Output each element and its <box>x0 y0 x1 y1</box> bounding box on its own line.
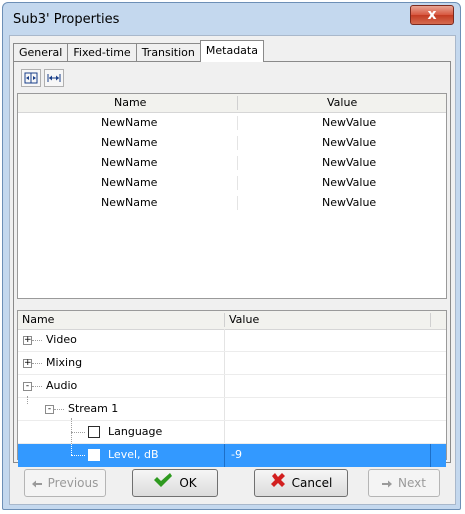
cell-name: NewName <box>101 176 158 189</box>
tree-row-language[interactable]: Language <box>18 418 446 444</box>
tab-general[interactable]: General <box>13 43 69 62</box>
level-db-value[interactable]: -9 <box>231 448 242 461</box>
tab-fixed-time[interactable]: Fixed-time <box>67 43 137 62</box>
tree-label: Level, dB <box>108 448 159 461</box>
tree-label: Video <box>46 333 77 346</box>
expand-columns-icon <box>24 72 38 84</box>
dialog-body: General Fixed-time Transition Metadata N… <box>9 35 456 505</box>
arrow-right-icon <box>382 471 393 497</box>
table-row[interactable]: NewName NewValue <box>18 193 446 213</box>
arrow-left-icon <box>31 471 42 497</box>
previous-button[interactable]: Previous <box>24 469 106 497</box>
tree-label: Audio <box>46 379 78 392</box>
properties-tree-header: Name Value <box>18 311 446 330</box>
title-bar[interactable]: Sub3' Properties x <box>3 3 460 35</box>
metadata-grid-header: Name Value <box>18 94 446 113</box>
check-icon <box>153 471 173 497</box>
table-row[interactable]: NewName NewValue <box>18 113 446 133</box>
metadata-tab-page: Name Value NewName NewValue NewName NewV… <box>13 61 451 467</box>
cell-value: NewValue <box>322 176 377 189</box>
metadata-toolbar <box>17 66 447 92</box>
column-header-value[interactable]: Value <box>327 96 357 109</box>
close-button[interactable]: x <box>410 5 454 25</box>
cell-name: NewName <box>101 156 158 169</box>
cell-name: NewName <box>101 136 158 149</box>
ok-button[interactable]: OK <box>132 469 218 497</box>
cell-value: NewValue <box>322 196 377 209</box>
tree-row-stream-1[interactable]: - Stream 1 <box>18 396 446 421</box>
column-header-value[interactable]: Value <box>229 313 259 326</box>
next-button[interactable]: Next <box>368 469 440 497</box>
table-row[interactable]: NewName NewValue <box>18 173 446 193</box>
x-icon <box>270 471 286 497</box>
cell-value: NewValue <box>322 136 377 149</box>
level-db-checkbox[interactable] <box>88 449 100 461</box>
tree-label: Stream 1 <box>68 402 119 415</box>
cancel-button[interactable]: Cancel <box>254 469 348 497</box>
tree-row-video[interactable]: + Video <box>18 329 446 352</box>
language-checkbox[interactable] <box>88 426 100 438</box>
tab-transition[interactable]: Transition <box>135 43 201 62</box>
tree-row-audio[interactable]: - Audio <box>18 375 446 398</box>
properties-tree[interactable]: Name Value + Video + Mixing - Audio - St… <box>17 310 447 467</box>
metadata-grid[interactable]: Name Value NewName NewValue NewName NewV… <box>17 93 447 299</box>
table-row[interactable]: NewName NewValue <box>18 133 446 153</box>
tree-label: Language <box>108 425 163 438</box>
grid-splitter[interactable] <box>17 300 447 308</box>
cell-name: NewName <box>101 196 158 209</box>
expand-icon[interactable]: + <box>23 359 32 368</box>
tab-metadata[interactable]: Metadata <box>199 40 264 62</box>
tree-row-level-db[interactable]: Level, dB -9 <box>18 444 446 467</box>
properties-dialog: Sub3' Properties x General Fixed-time Tr… <box>2 2 461 510</box>
table-row[interactable]: NewName NewValue <box>18 153 446 173</box>
cell-value: NewValue <box>322 156 377 169</box>
cell-value: NewValue <box>322 116 377 129</box>
expand-icon[interactable]: + <box>23 336 32 345</box>
fit-columns-icon <box>47 74 61 82</box>
tab-strip: General Fixed-time Transition Metadata <box>13 40 264 62</box>
button-bar: Previous OK Cancel Next <box>13 466 451 500</box>
column-header-name[interactable]: Name <box>114 96 146 109</box>
collapse-icon[interactable]: - <box>23 382 32 391</box>
fit-columns-button[interactable] <box>44 69 64 87</box>
column-header-name[interactable]: Name <box>22 313 54 326</box>
tree-row-mixing[interactable]: + Mixing <box>18 352 446 375</box>
cell-name: NewName <box>101 116 158 129</box>
expand-columns-button[interactable] <box>21 69 41 87</box>
collapse-icon[interactable]: - <box>45 405 54 414</box>
tree-label: Mixing <box>46 356 83 369</box>
window-title: Sub3' Properties <box>13 12 120 27</box>
